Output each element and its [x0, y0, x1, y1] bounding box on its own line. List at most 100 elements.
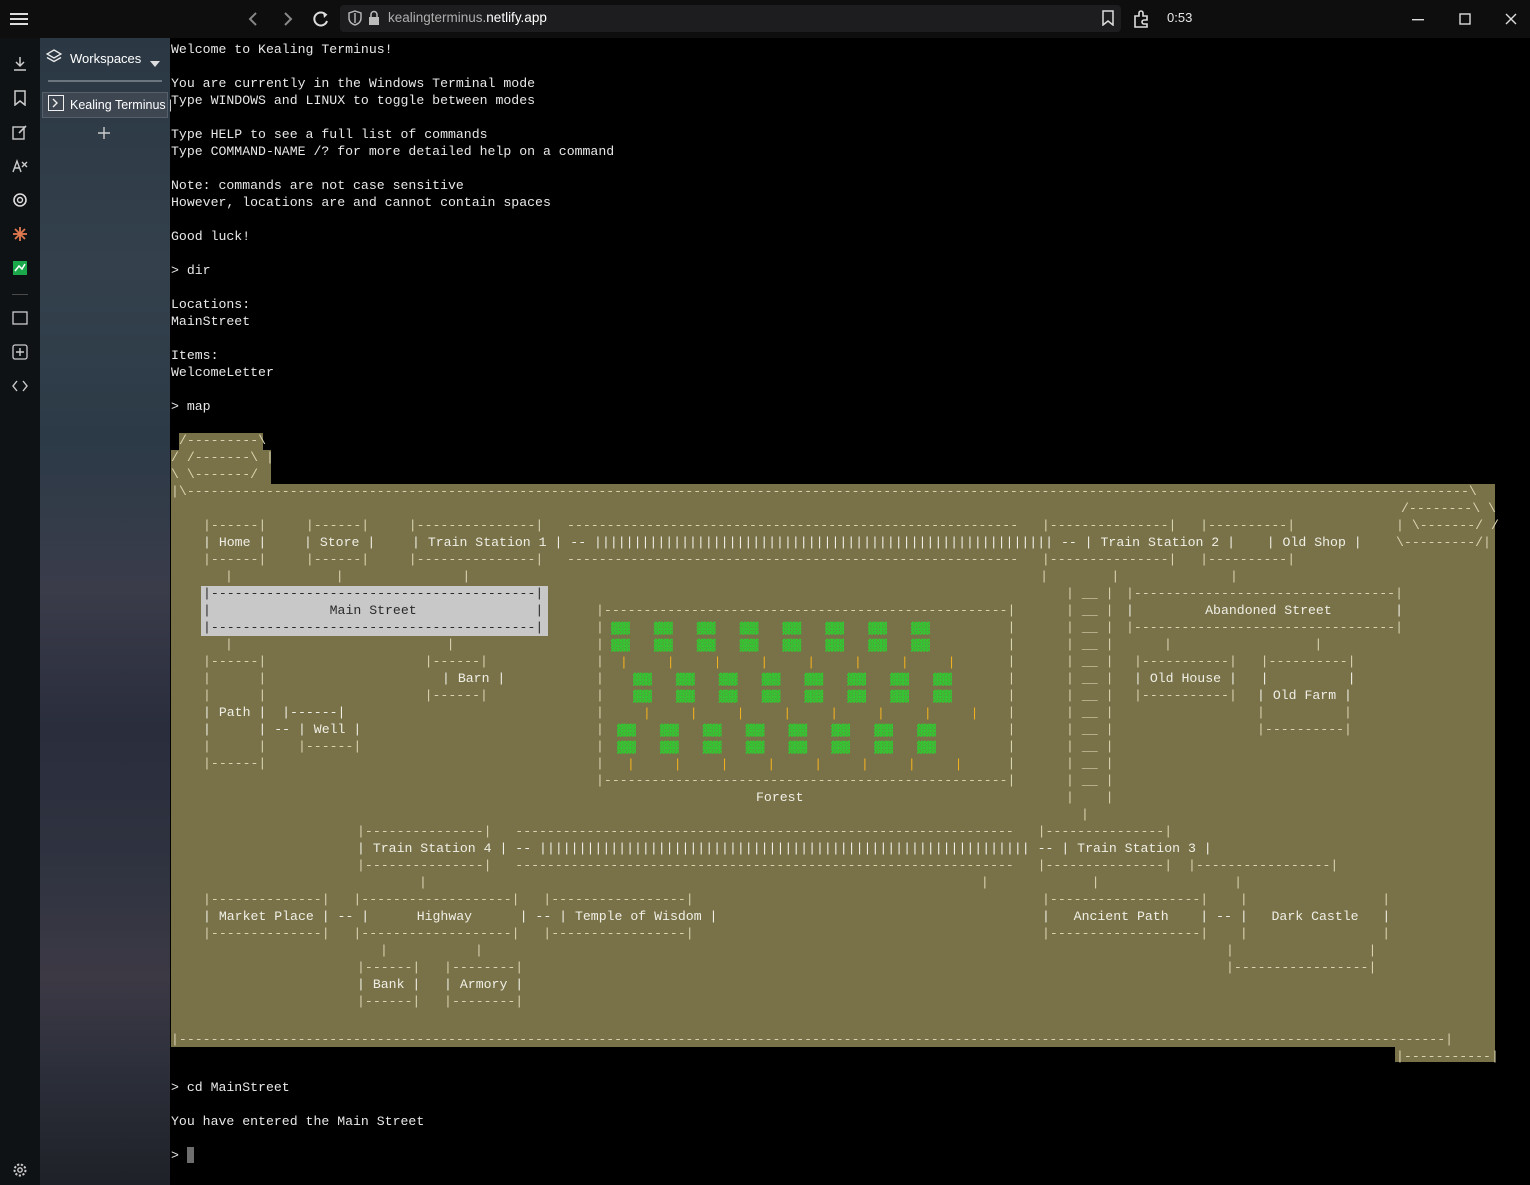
oldfarm-label: Old Farm	[1272, 688, 1337, 703]
forest-trees: ▓▓▓ ▓▓▓ ▓▓▓ ▓▓▓ ▓▓▓ ▓▓▓ ▓▓▓ ▓▓▓	[633, 690, 952, 703]
tab-kealing-terminus[interactable]: Kealing Terminus |	[42, 92, 172, 118]
bookmark-icon[interactable]	[1102, 10, 1114, 31]
terminal-line: MainStreet	[171, 314, 251, 329]
minimize-icon[interactable]	[1405, 6, 1431, 32]
map-location-oldhouse: | Old House | | |	[1134, 671, 1356, 686]
map-location-forest: Forest	[756, 790, 804, 805]
map-frame: |------| |------|	[203, 654, 488, 669]
close-icon[interactable]	[1498, 6, 1524, 32]
map-location-well: | | -- | Well |	[203, 722, 362, 737]
map-frame: \---------/|	[1396, 535, 1491, 550]
window-icon[interactable]	[8, 306, 32, 330]
map-frame: | |	[203, 671, 267, 686]
map-location-store: | Store |	[304, 535, 376, 550]
map-frame: |---------------------------------|	[1126, 586, 1403, 601]
settings-icon[interactable]	[8, 1158, 32, 1182]
map-railway: | __ |	[1066, 739, 1114, 754]
forest-trees: ▓▓▓ ▓▓▓ ▓▓▓ ▓▓▓ ▓▓▓ ▓▓▓ ▓▓▓ ▓▓▓	[617, 724, 936, 737]
code-icon[interactable]	[8, 374, 32, 398]
bank-label: Bank	[372, 977, 405, 992]
download-icon[interactable]	[8, 52, 32, 76]
abandoned-label: Abandoned Street	[1205, 603, 1332, 618]
forest-trunks: | | | | | | | |	[627, 757, 963, 772]
map-railway: | __ |	[1066, 688, 1114, 703]
map-path: |	[1081, 807, 1089, 822]
terminal-cursor	[187, 1147, 194, 1163]
map-frame: |----------|	[1257, 722, 1352, 737]
claude-icon[interactable]	[8, 222, 32, 246]
map-row-4-east: | Ancient Path | -- | Dark Castle |	[1042, 909, 1391, 924]
terminal-prompt[interactable]: >	[171, 1147, 187, 1164]
translate-icon[interactable]	[8, 154, 32, 178]
map-railway: | |	[1066, 790, 1114, 805]
map-frame: |---------------------------------------…	[596, 773, 1016, 788]
map-railway: | __ |	[1066, 671, 1114, 686]
map-frame: |-----------| |----------|	[1134, 654, 1356, 669]
map-location-home: | Home |	[203, 535, 267, 550]
workspace-panel: Workspaces Kealing Terminus |	[40, 38, 172, 1185]
map-railway: | __ |	[1066, 586, 1114, 601]
sheets-icon[interactable]	[8, 256, 32, 280]
url-prefix: kealingterminus.	[388, 10, 487, 25]
sidebar-rail	[0, 38, 40, 1185]
map-location-mainstreet: | Main Street |	[203, 603, 544, 618]
reload-icon[interactable]	[308, 6, 334, 32]
forward-icon[interactable]	[275, 6, 301, 32]
map-frame: |-----------------|	[1226, 960, 1377, 975]
extensions-icon[interactable]	[1129, 6, 1155, 32]
terminal-line: > map	[171, 399, 211, 414]
terminal-line: Locations:	[171, 297, 251, 312]
map-location-train4: | Train Station 4 | -- |||||||||||||||||…	[357, 841, 1212, 856]
lock-icon	[368, 10, 380, 31]
mainstreet-label: Main Street	[329, 603, 417, 618]
map-frame: |-----------|	[1396, 1049, 1499, 1064]
map-path: | |	[225, 637, 455, 652]
forest-trees: ▓▓▓ ▓▓▓ ▓▓▓ ▓▓▓ ▓▓▓ ▓▓▓ ▓▓▓ ▓▓▓	[633, 673, 952, 686]
train4-label: Train Station 4	[372, 841, 492, 856]
maximize-icon[interactable]	[1452, 6, 1478, 32]
train2-label: Train Station 2	[1100, 535, 1220, 550]
terminal-line: Good luck!	[171, 229, 251, 244]
map-frame: \ \-------/	[171, 467, 259, 482]
map-frame: | \-------/ /	[1396, 518, 1499, 533]
menu-icon[interactable]	[6, 6, 32, 32]
terminal-line: Type WINDOWS and LINUX to toggle between…	[171, 93, 536, 108]
map-frame: /---------\	[179, 433, 267, 448]
shield-icon[interactable]	[348, 10, 362, 31]
map-frame: | | |------|	[203, 688, 488, 703]
forest-trees: ▓▓▓ ▓▓▓ ▓▓▓ ▓▓▓ ▓▓▓ ▓▓▓ ▓▓▓ ▓▓▓	[617, 741, 936, 754]
forest-trunks: | | | | | | | |	[643, 706, 979, 721]
terminal[interactable]: Welcome to Kealing Terminus! You are cur…	[171, 41, 1530, 1185]
address-bar[interactable]: kealingterminus.netlify.app	[340, 5, 1121, 32]
rail-divider	[12, 294, 28, 295]
map-frame: |------| |--------|	[357, 960, 524, 975]
forest-trees: ▓▓▓ ▓▓▓ ▓▓▓ ▓▓▓ ▓▓▓ ▓▓▓ ▓▓▓ ▓▓▓	[611, 622, 930, 635]
terminal-line: Type COMMAND-NAME /? for more detailed h…	[171, 144, 615, 159]
add-panel-icon[interactable]	[8, 340, 32, 364]
map-location-train1: | Train Station 1 | -- |||||||||||||||||…	[412, 535, 1362, 550]
url-domain: netlify.app	[486, 10, 547, 25]
forest-trees: ▓▓▓ ▓▓▓ ▓▓▓ ▓▓▓ ▓▓▓ ▓▓▓ ▓▓▓ ▓▓▓	[611, 639, 930, 652]
url-text: kealingterminus.netlify.app	[388, 10, 547, 25]
workspaces-dropdown[interactable]: Workspaces	[45, 44, 168, 72]
map-frame: |---------------| ----------------------…	[357, 824, 1173, 839]
map-location-path: | Path | |------|	[203, 705, 346, 720]
notes-icon[interactable]	[8, 120, 32, 144]
back-icon[interactable]	[240, 6, 266, 32]
map-row-4: | Market Place | -- | Highway | -- | Tem…	[203, 909, 718, 924]
bookmarks-icon[interactable]	[8, 86, 32, 110]
store-label: Store	[319, 535, 360, 550]
map-location-barn: | Barn |	[442, 671, 506, 686]
map-railway: | __ |	[1066, 637, 1114, 652]
chatgpt-icon[interactable]	[8, 188, 32, 212]
well-label: Well	[313, 722, 346, 737]
new-tab-button[interactable]	[98, 126, 110, 144]
map-frame: |-------------------| | |	[1042, 892, 1391, 907]
terminal-line: > cd MainStreet	[171, 1080, 290, 1095]
map-railway: | __ |	[1066, 705, 1114, 720]
barn-label: Barn	[457, 671, 490, 686]
layers-icon	[45, 48, 63, 69]
map-frame: |---------------| ----------------------…	[357, 858, 1339, 873]
temple-label: Temple of Wisdom	[574, 909, 702, 924]
map-railway: | __ |	[1066, 603, 1114, 618]
